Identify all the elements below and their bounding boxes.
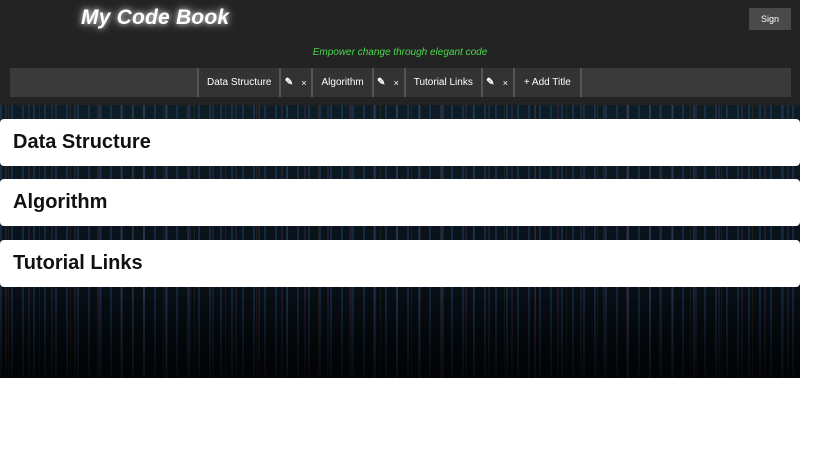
- tab-tools-tutorial-links: ✎ ×: [480, 68, 513, 97]
- pencil-icon[interactable]: ✎: [281, 77, 296, 88]
- section-title: Algorithm: [13, 191, 108, 213]
- close-icon[interactable]: ×: [296, 78, 311, 88]
- section-card-tutorial-links[interactable]: Tutorial Links: [0, 240, 800, 287]
- pencil-icon[interactable]: ✎: [374, 77, 389, 88]
- sign-button[interactable]: Sign: [749, 8, 791, 30]
- tab-tools-data-structure: ✎ ×: [279, 68, 312, 97]
- pencil-icon[interactable]: ✎: [483, 77, 498, 88]
- section-card-data-structure[interactable]: Data Structure: [0, 119, 800, 166]
- tab-list: Data Structure ✎ × Algorithm ✎ × Tutoria…: [197, 68, 582, 97]
- tab-bar: Data Structure ✎ × Algorithm ✎ × Tutoria…: [10, 68, 791, 97]
- section-title: Tutorial Links: [13, 252, 143, 274]
- add-title-button[interactable]: + Add Title: [512, 68, 582, 97]
- page: My Code Book Sign Empower change through…: [0, 0, 800, 378]
- tab-algorithm[interactable]: Algorithm: [311, 68, 372, 97]
- header: My Code Book Sign Empower change through…: [0, 0, 800, 105]
- close-icon[interactable]: ×: [498, 78, 513, 88]
- tab-tools-algorithm: ✎ ×: [371, 68, 404, 97]
- background-fade: [0, 290, 800, 378]
- close-icon[interactable]: ×: [389, 78, 404, 88]
- tab-data-structure[interactable]: Data Structure: [197, 68, 280, 97]
- section-title: Data Structure: [13, 131, 151, 153]
- tab-tutorial-links[interactable]: Tutorial Links: [403, 68, 481, 97]
- section-card-algorithm[interactable]: Algorithm: [0, 179, 800, 226]
- tagline: Empower change through elegant code: [312, 47, 488, 58]
- site-logo[interactable]: My Code Book: [81, 6, 229, 30]
